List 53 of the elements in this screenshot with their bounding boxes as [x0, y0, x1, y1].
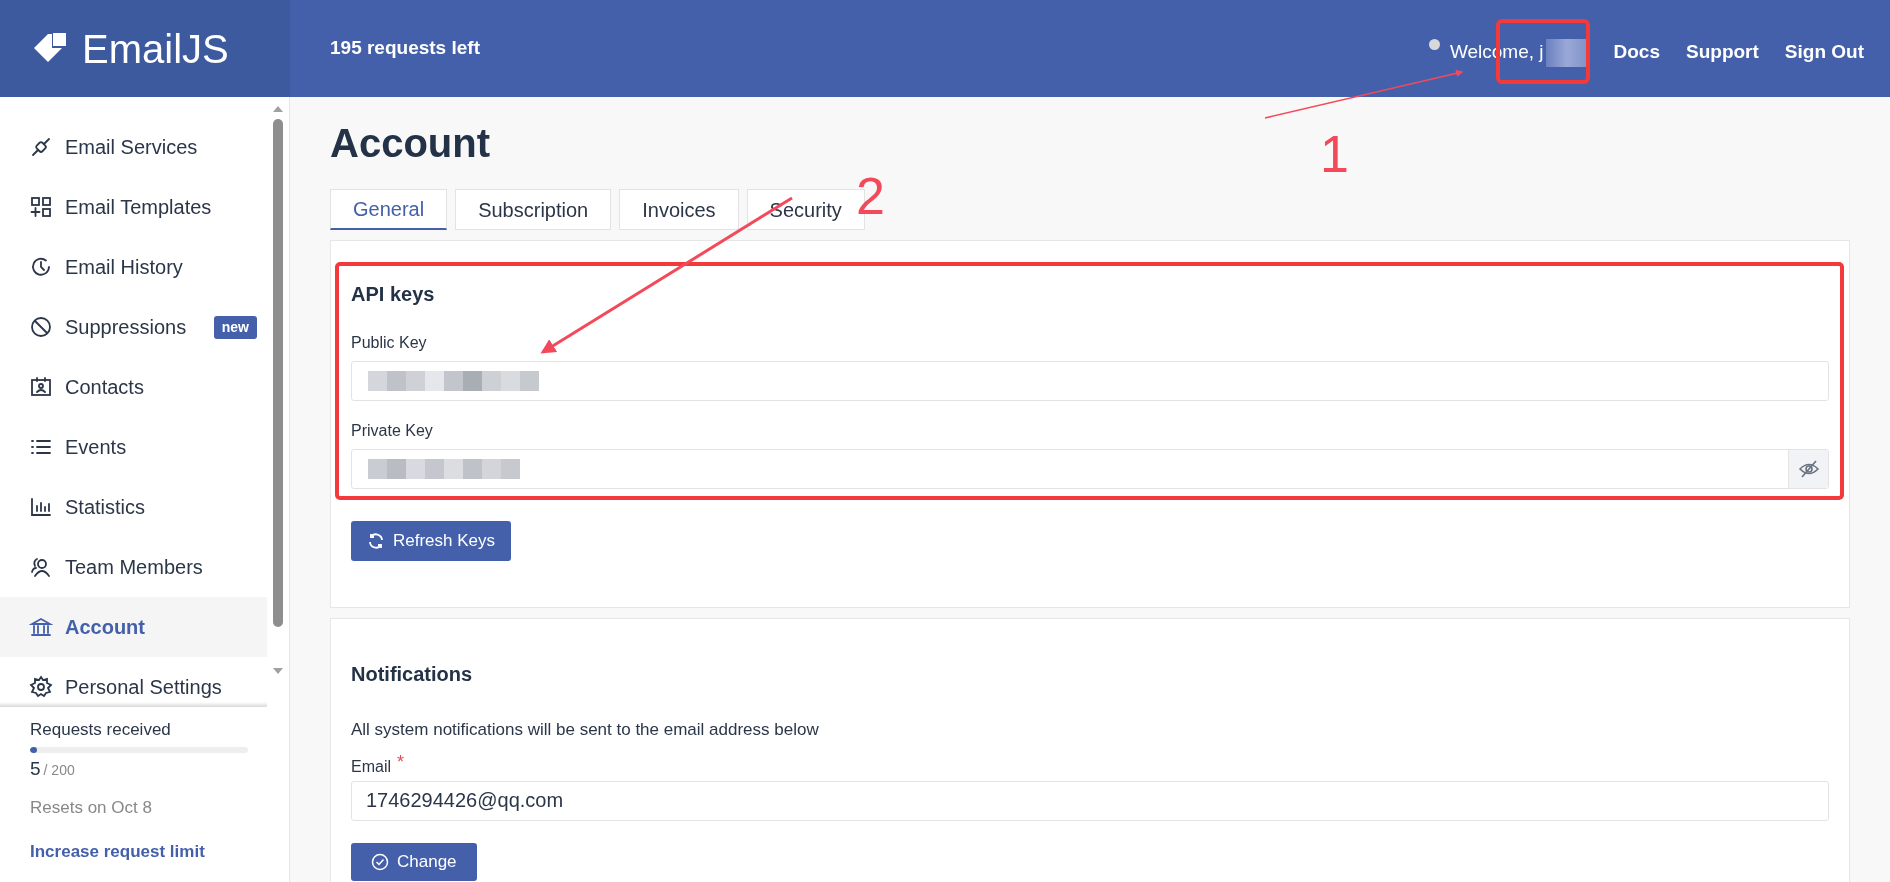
header-link[interactable]: Support — [1686, 38, 1759, 67]
header-link[interactable]: Sign Out — [1784, 38, 1864, 67]
sidebar-item[interactable]: Account — [0, 597, 267, 657]
plug-icon — [29, 135, 53, 159]
field-label: Public Key — [351, 333, 428, 353]
toggle-visibility-button[interactable] — [1788, 450, 1828, 488]
contact-card-icon — [29, 375, 53, 399]
sidebar-item[interactable]: Events — [0, 417, 267, 477]
tab[interactable]: Subscription — [455, 189, 612, 230]
public-key-field[interactable] — [351, 361, 1829, 401]
bank-icon — [29, 615, 53, 639]
sidebar-item[interactable]: Team Members — [0, 537, 267, 597]
email-field[interactable]: 1746294426@qq.com — [351, 780, 1829, 821]
private-key-field[interactable] — [351, 449, 1829, 489]
annotation-number: 1 — [1320, 128, 1349, 180]
page-title: Account — [330, 120, 490, 167]
required-mark: * — [397, 750, 405, 774]
requests-left-text: 195 requests left — [330, 36, 480, 61]
refresh-icon — [367, 532, 385, 550]
description-text: All system notifications will be sent to the email address below — [351, 719, 820, 741]
usage-label: Requests received — [30, 719, 172, 741]
tab[interactable]: General — [330, 189, 448, 230]
sidebar-item[interactable]: Suppressions new — [0, 297, 267, 357]
tab[interactable]: Invoices — [619, 189, 739, 230]
sidebar-item[interactable]: Statistics — [0, 477, 267, 537]
grid-icon — [29, 195, 53, 219]
field-label: Private Key — [351, 421, 434, 441]
header-link[interactable]: Docs — [1613, 38, 1660, 67]
sidebar-item[interactable]: Email Templates — [0, 177, 267, 237]
section-heading: API keys — [351, 282, 436, 307]
usage-count: 5 — [30, 756, 41, 781]
blocked-icon — [29, 315, 53, 339]
users-icon — [29, 555, 53, 579]
field-label: Email — [351, 756, 391, 777]
refresh-keys-button[interactable]: Refresh Keys — [351, 521, 512, 561]
change-button[interactable]: Change — [351, 842, 477, 881]
increase-limit-link[interactable]: Increase request limit — [30, 838, 249, 864]
redacted-name-drawing — [1545, 38, 1588, 67]
clock-icon — [29, 255, 53, 279]
sidebar-item[interactable]: Email History — [0, 237, 267, 297]
sidebar-item[interactable]: Personal Settings — [0, 657, 267, 707]
check-circle-icon — [371, 852, 389, 871]
sidebar-item[interactable]: Email Services — [0, 117, 267, 177]
bar-chart-icon — [29, 495, 53, 519]
eye-slash-icon — [1797, 460, 1820, 478]
scroll-up-arrow-icon[interactable] — [272, 105, 284, 113]
gear-icon — [29, 675, 53, 699]
sidebar-item[interactable]: Contacts — [0, 357, 267, 417]
resets-text: Resets on Oct 8 — [30, 797, 153, 819]
new-badge: new — [213, 315, 257, 339]
section-heading: Notifications — [351, 662, 474, 687]
scroll-down-arrow-icon[interactable] — [272, 667, 284, 675]
usage-limit: / 200 — [43, 760, 75, 780]
